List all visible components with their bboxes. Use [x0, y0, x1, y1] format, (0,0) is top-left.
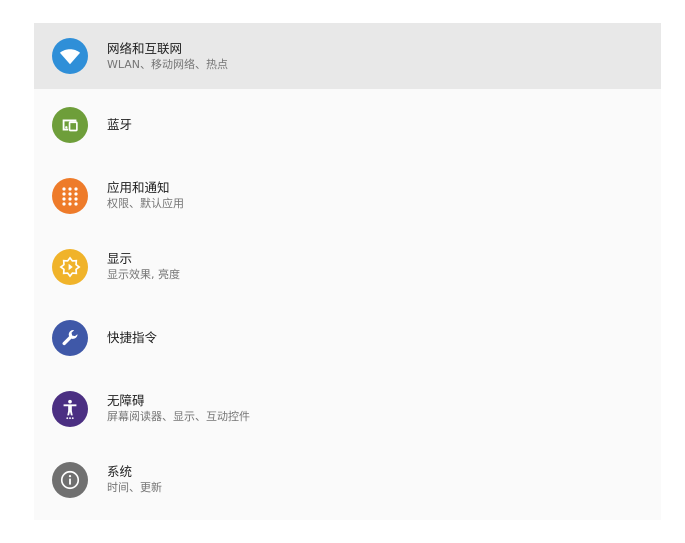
- item-subtitle: 权限、默认应用: [107, 197, 184, 210]
- apps-grid-icon: [52, 177, 88, 214]
- accessibility-icon: [52, 390, 88, 427]
- devices-icon: [52, 106, 88, 143]
- settings-item-network[interactable]: 网络和互联网 WLAN、移动网络、热点: [34, 23, 661, 89]
- item-subtitle: 屏幕阅读器、显示、互动控件: [107, 410, 250, 423]
- item-subtitle: 时间、更新: [107, 481, 162, 494]
- item-title: 网络和互联网: [107, 40, 183, 56]
- brightness-icon: [52, 248, 88, 285]
- item-title: 显示: [107, 251, 133, 266]
- wrench-icon: [52, 319, 88, 356]
- settings-list: 网络和互联网 WLAN、移动网络、热点 蓝牙 应用和通知 权限、默认应用 显示 …: [34, 23, 661, 520]
- settings-item-bluetooth[interactable]: 蓝牙: [34, 89, 661, 160]
- settings-item-accessibility[interactable]: 无障碍 屏幕阅读器、显示、互动控件: [34, 373, 661, 444]
- settings-item-shortcuts[interactable]: 快捷指令: [34, 302, 661, 373]
- wifi-icon: [52, 38, 88, 74]
- item-title: 无障碍: [107, 393, 145, 408]
- item-title: 快捷指令: [107, 330, 158, 345]
- info-icon: [52, 461, 88, 498]
- settings-item-display[interactable]: 显示 显示效果, 亮度: [34, 231, 661, 302]
- item-title: 应用和通知: [107, 180, 170, 195]
- settings-item-system[interactable]: 系统 时间、更新: [34, 444, 661, 515]
- item-subtitle: 显示效果, 亮度: [107, 268, 180, 281]
- settings-item-apps[interactable]: 应用和通知 权限、默认应用: [34, 160, 661, 231]
- item-title: 蓝牙: [107, 117, 133, 132]
- item-title: 系统: [107, 464, 133, 479]
- item-subtitle: WLAN、移动网络、热点: [107, 57, 229, 71]
